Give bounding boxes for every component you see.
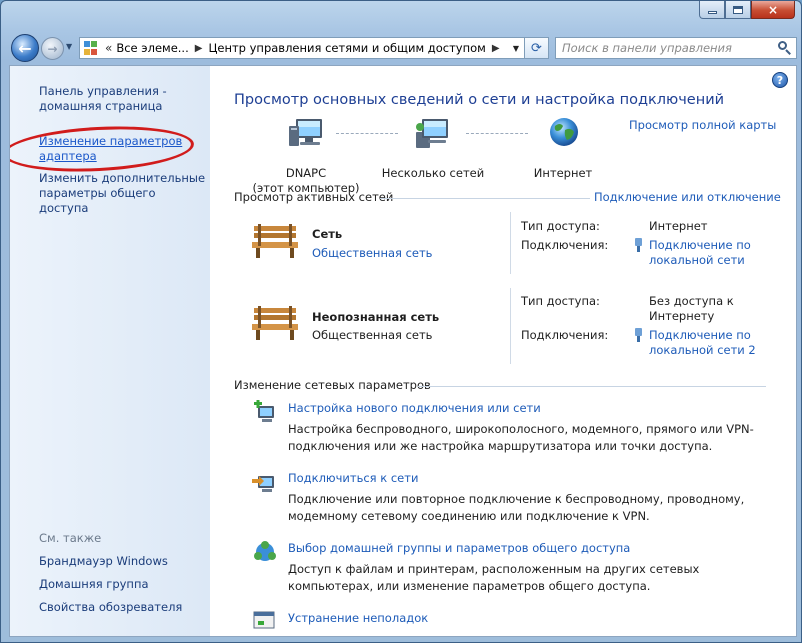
caption-buttons: ×: [699, 1, 795, 19]
window-frame: × ← → ▼ « Все элеме... ▶ Центр управлени…: [0, 0, 802, 643]
internet-globe-icon[interactable]: [548, 116, 580, 148]
search-input[interactable]: Поиск в панели управления: [555, 37, 797, 59]
public-network-bench-icon[interactable]: [250, 222, 300, 262]
minimize-button[interactable]: [699, 1, 725, 19]
search-icon[interactable]: [778, 41, 792, 55]
computer-name: DNAPC: [285, 166, 327, 180]
sidebar-home-link[interactable]: Панель управления - домашняя страница: [39, 84, 207, 114]
access-type-value: Интернет: [649, 219, 708, 233]
maximize-button[interactable]: [725, 1, 751, 19]
map-internet-label: Интернет: [533, 166, 593, 180]
connect-network-icon[interactable]: [252, 470, 278, 494]
forward-button[interactable]: →: [41, 37, 64, 60]
page-title: Просмотр основных сведений о сети и наст…: [234, 92, 725, 108]
network-divider: [510, 288, 511, 364]
see-also-firewall-link[interactable]: Брандмауэр Windows: [39, 554, 207, 569]
forward-arrow-icon: →: [47, 41, 58, 56]
map-connector-line: [466, 133, 528, 134]
network-name: Сеть: [312, 227, 343, 241]
back-arrow-icon: ←: [18, 38, 32, 58]
access-type-label: Тип доступа:: [521, 294, 600, 308]
network-divider: [510, 212, 511, 274]
close-icon: ×: [767, 2, 779, 17]
control-panel-icon: [84, 41, 100, 55]
address-bar[interactable]: « Все элеме... ▶ Центр управления сетями…: [79, 37, 525, 59]
task-connect-network-desc: Подключение или повторное подключение к …: [288, 492, 745, 523]
network-type: Общественная сеть: [312, 328, 433, 342]
content-area: Панель управления - домашняя страница Из…: [9, 65, 797, 637]
connection-link[interactable]: Подключение по локальной сети: [649, 238, 769, 268]
access-type-value: Без доступа к Интернету: [649, 294, 734, 323]
navigation-bar: ← → ▼ « Все элеме... ▶ Центр управления …: [9, 34, 797, 62]
section-divider: [380, 198, 590, 199]
task-homegroup-desc: Доступ к файлам и принтерам, расположенн…: [288, 562, 700, 593]
ethernet-connection-icon: [635, 328, 642, 342]
sidebar-sharing-link[interactable]: Изменить дополнительные параметры общего…: [39, 171, 207, 216]
map-connector-line: [336, 133, 398, 134]
network-name: Неопознанная сеть: [312, 310, 440, 324]
red-annotation-ellipse: [10, 122, 196, 176]
network-map: DNAPC (этот компьютер) Несколько сетей И…: [210, 116, 796, 195]
public-network-bench-icon[interactable]: [250, 304, 300, 344]
connections-label: Подключения:: [521, 238, 609, 252]
help-icon[interactable]: ?: [772, 72, 788, 88]
network-type-link[interactable]: Общественная сеть: [312, 246, 432, 260]
main-panel: ? Просмотр основных сведений о сети и на…: [210, 66, 796, 636]
close-button[interactable]: ×: [751, 1, 795, 19]
connect-disconnect-link[interactable]: Подключение или отключение: [594, 190, 781, 204]
task-homegroup-link[interactable]: Выбор домашней группы и параметров общег…: [288, 541, 630, 555]
change-settings-heading: Изменение сетевых параметров: [234, 378, 431, 392]
see-also-label: См. также: [39, 531, 102, 545]
task-connect-network-link[interactable]: Подключиться к сети: [288, 471, 418, 485]
connection-link[interactable]: Подключение по локальной сети 2: [649, 328, 769, 358]
task-new-connection-desc: Настройка беспроводного, широкополосного…: [288, 422, 754, 453]
computer-icon[interactable]: [288, 118, 324, 150]
breadcrumb-network-center[interactable]: Центр управления сетями и общим доступом: [208, 41, 485, 55]
sidebar: Панель управления - домашняя страница Из…: [10, 66, 210, 636]
homegroup-icon[interactable]: [252, 540, 278, 564]
troubleshoot-icon[interactable]: [252, 610, 278, 634]
maximize-icon: [733, 5, 743, 14]
active-networks-heading: Просмотр активных сетей: [234, 190, 394, 204]
connections-label: Подключения:: [521, 328, 609, 342]
see-also-homegroup-link[interactable]: Домашняя группа: [39, 577, 207, 592]
breadcrumb-all-items[interactable]: Все элеме...: [116, 41, 188, 55]
task-troubleshoot-link[interactable]: Устранение неполадок: [288, 611, 428, 625]
refresh-icon: ⟳: [531, 40, 542, 56]
address-overflow-chevron[interactable]: «: [105, 41, 112, 55]
multiple-networks-icon[interactable]: [412, 118, 452, 152]
new-connection-icon[interactable]: [252, 400, 278, 424]
history-dropdown-icon[interactable]: ▼: [66, 42, 72, 51]
breadcrumb-separator-icon[interactable]: ▶: [195, 43, 203, 54]
refresh-button[interactable]: ⟳: [525, 37, 549, 59]
map-networks-label: Несколько сетей: [381, 166, 485, 180]
task-new-connection-link[interactable]: Настройка нового подключения или сети: [288, 401, 541, 415]
access-type-label: Тип доступа:: [521, 219, 600, 233]
search-placeholder: Поиск в панели управления: [562, 41, 732, 55]
breadcrumb-separator-icon[interactable]: ▶: [492, 43, 500, 54]
address-dropdown-icon[interactable]: ▼: [508, 38, 524, 58]
back-button[interactable]: ←: [11, 34, 39, 62]
minimize-icon: [707, 11, 717, 14]
section-divider: [418, 386, 766, 387]
ethernet-connection-icon: [635, 238, 642, 252]
see-also-internet-options-link[interactable]: Свойства обозревателя: [39, 600, 207, 615]
